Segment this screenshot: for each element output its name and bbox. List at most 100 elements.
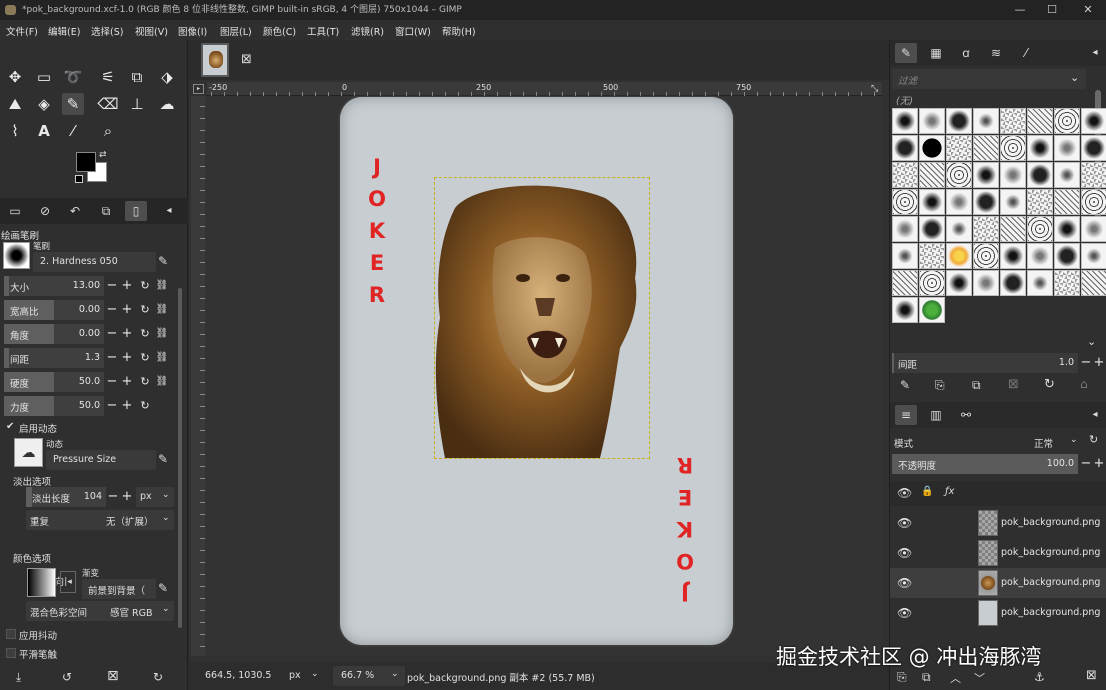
bucket-fill-tool-icon[interactable]: ◈ — [33, 93, 55, 115]
menu-image[interactable]: 图像(I) — [178, 24, 207, 38]
increase-button[interactable]: + — [120, 277, 134, 295]
mypaint-brushes-tab-icon[interactable]: ⁄ — [1015, 43, 1037, 63]
link-icon[interactable]: ⛓ — [155, 349, 169, 367]
eraser-tool-icon[interactable]: ⌫ — [97, 93, 119, 115]
edit-dynamics-icon[interactable]: ✎ — [158, 452, 168, 466]
hardness-brush-icon[interactable] — [1054, 162, 1080, 188]
texture-brush-icon[interactable] — [973, 216, 999, 242]
repeat-select[interactable]: 重复 无（扩展） ⌄ — [26, 510, 174, 530]
line-brush-icon[interactable] — [973, 108, 999, 134]
gradient-field[interactable]: 前景到背景（ — [82, 579, 156, 599]
soft-brush-icon[interactable] — [1000, 162, 1026, 188]
hardness-brush-icon[interactable] — [946, 270, 972, 296]
thin-line-brush-icon[interactable] — [919, 216, 945, 242]
options-scrollbar[interactable] — [178, 288, 182, 628]
pixel-brush-icon[interactable] — [1027, 216, 1053, 242]
dock-menu-icon[interactable]: ◂ — [162, 201, 176, 221]
spacing-increase-button[interactable]: + — [1092, 354, 1106, 372]
soft-brush-icon[interactable] — [1054, 108, 1080, 134]
zoom-tool-icon[interactable]: ⌕ — [97, 120, 119, 142]
path-tool-icon[interactable]: ⌇ — [4, 120, 26, 142]
line-brush-icon[interactable] — [919, 162, 945, 188]
spacing-decrease-button[interactable]: − — [1079, 354, 1093, 372]
opacity-slider[interactable]: 不透明度 100.0 — [892, 454, 1078, 474]
brush-filter-input[interactable]: 过滤 ⌄ — [892, 69, 1086, 89]
menu-windows[interactable]: 窗口(W) — [395, 24, 431, 38]
dot-brush-icon[interactable] — [1054, 216, 1080, 242]
anchor-layer-icon[interactable]: ⚓ — [1034, 670, 1045, 684]
visibility-eye-icon[interactable]: 👁 — [897, 606, 912, 620]
lion-layer[interactable] — [434, 177, 650, 459]
layer-thumbnail[interactable] — [978, 600, 998, 626]
visibility-header-icon[interactable]: 👁 — [897, 486, 912, 500]
brushes-tab-icon[interactable]: ✎ — [895, 43, 917, 63]
fade-length-increase-button[interactable]: + — [120, 488, 134, 506]
new-brush-icon[interactable]: ⎘ — [935, 378, 945, 393]
opacity-increase-button[interactable]: + — [1092, 455, 1106, 473]
color-picker-tool-icon[interactable]: ⁄ — [62, 120, 84, 142]
option-slider[interactable]: 硬度 50.0 — [4, 372, 104, 392]
undo-history-tab-icon[interactable]: ↶ — [64, 201, 86, 221]
dynamics-enabled-label[interactable]: 启用动态 — [19, 421, 57, 435]
new-layer-icon[interactable]: ⎘ — [897, 670, 907, 685]
thin-line-brush-icon[interactable] — [946, 189, 972, 215]
vertical-ruler[interactable] — [191, 96, 205, 656]
paint-options-tab-icon[interactable]: ▯ — [125, 201, 147, 221]
fuzzy-select-tool-icon[interactable]: ⚟ — [97, 66, 119, 88]
images-tab-icon[interactable]: ⧉ — [95, 201, 117, 221]
save-preset-icon[interactable]: ⤓ — [16, 670, 21, 685]
layer-row[interactable]: 👁 pok_background.png — [890, 538, 1106, 568]
reset-value-icon[interactable]: ↻ — [138, 397, 152, 415]
increase-button[interactable]: + — [120, 373, 134, 391]
dot-brush-icon[interactable] — [946, 108, 972, 134]
hardness-brush-icon[interactable] — [892, 108, 918, 134]
lock-header-icon[interactable]: 🔒 — [921, 486, 933, 497]
nav-toggle-icon[interactable]: ⤡ — [871, 84, 878, 94]
oval-brush-icon[interactable] — [946, 162, 972, 188]
decrease-button[interactable]: − — [105, 325, 119, 343]
texture-brush-icon[interactable] — [1081, 108, 1106, 134]
visibility-eye-icon[interactable]: 👁 — [897, 546, 912, 560]
option-slider[interactable]: 力度 50.0 — [4, 396, 104, 416]
dot-brush-icon[interactable] — [919, 135, 945, 161]
gradient-preview[interactable] — [27, 568, 56, 597]
pixel-brush-icon[interactable] — [892, 135, 918, 161]
layer-row[interactable]: 👁 pok_background.png — [890, 598, 1106, 628]
restore-preset-icon[interactable]: ↺ — [62, 670, 72, 684]
texture-brush-icon[interactable] — [1027, 162, 1053, 188]
fade-unit-select[interactable]: px ⌄ — [136, 487, 174, 507]
layer-thumbnail[interactable] — [978, 540, 998, 566]
fade-length-decrease-button[interactable]: − — [106, 488, 120, 506]
brush-preview[interactable] — [3, 242, 30, 269]
line-brush-icon[interactable] — [1081, 216, 1106, 242]
texture-brush-icon[interactable] — [892, 297, 918, 323]
reset-value-icon[interactable]: ↻ — [138, 301, 152, 319]
warp-tool-icon[interactable]: ⛰ — [4, 93, 26, 115]
brush-spacing-slider[interactable]: 间距 1.0 — [892, 353, 1078, 373]
foreground-color-swatch[interactable] — [76, 152, 96, 172]
menu-edit[interactable]: 编辑(E) — [48, 24, 80, 38]
thin-line-brush-icon[interactable] — [1000, 135, 1026, 161]
hardness-brush-icon[interactable] — [1027, 189, 1053, 215]
canvas-menu-icon[interactable]: ▸ — [193, 84, 204, 94]
clone-tool-icon[interactable]: ⊥ — [126, 93, 148, 115]
paintbrush-tool-icon[interactable]: ✎ — [62, 93, 84, 115]
oval-brush-icon[interactable] — [1000, 108, 1026, 134]
dot-brush-icon[interactable] — [1000, 270, 1026, 296]
move-tool-icon[interactable]: ✥ — [4, 66, 26, 88]
menu-help[interactable]: 帮助(H) — [442, 24, 476, 38]
texture-brush-icon[interactable] — [919, 270, 945, 296]
paths-tab-icon[interactable]: ⚯ — [955, 405, 977, 425]
menu-file[interactable]: 文件(F) — [6, 24, 38, 38]
refresh-brushes-icon[interactable]: ↻ — [1044, 377, 1055, 392]
default-colors-icon[interactable] — [75, 175, 83, 183]
soft-brush-icon[interactable] — [919, 243, 945, 269]
maximize-button[interactable]: ☐ — [1042, 0, 1062, 20]
link-icon[interactable]: ⛓ — [155, 301, 169, 319]
channels-tab-icon[interactable]: ▥ — [925, 405, 947, 425]
visibility-eye-icon[interactable]: 👁 — [897, 516, 912, 530]
option-slider[interactable]: 宽高比 0.00 — [4, 300, 104, 320]
layer-thumbnail[interactable] — [978, 510, 998, 536]
hardness-brush-icon[interactable] — [1000, 216, 1026, 242]
oval-brush-icon[interactable] — [1054, 270, 1080, 296]
